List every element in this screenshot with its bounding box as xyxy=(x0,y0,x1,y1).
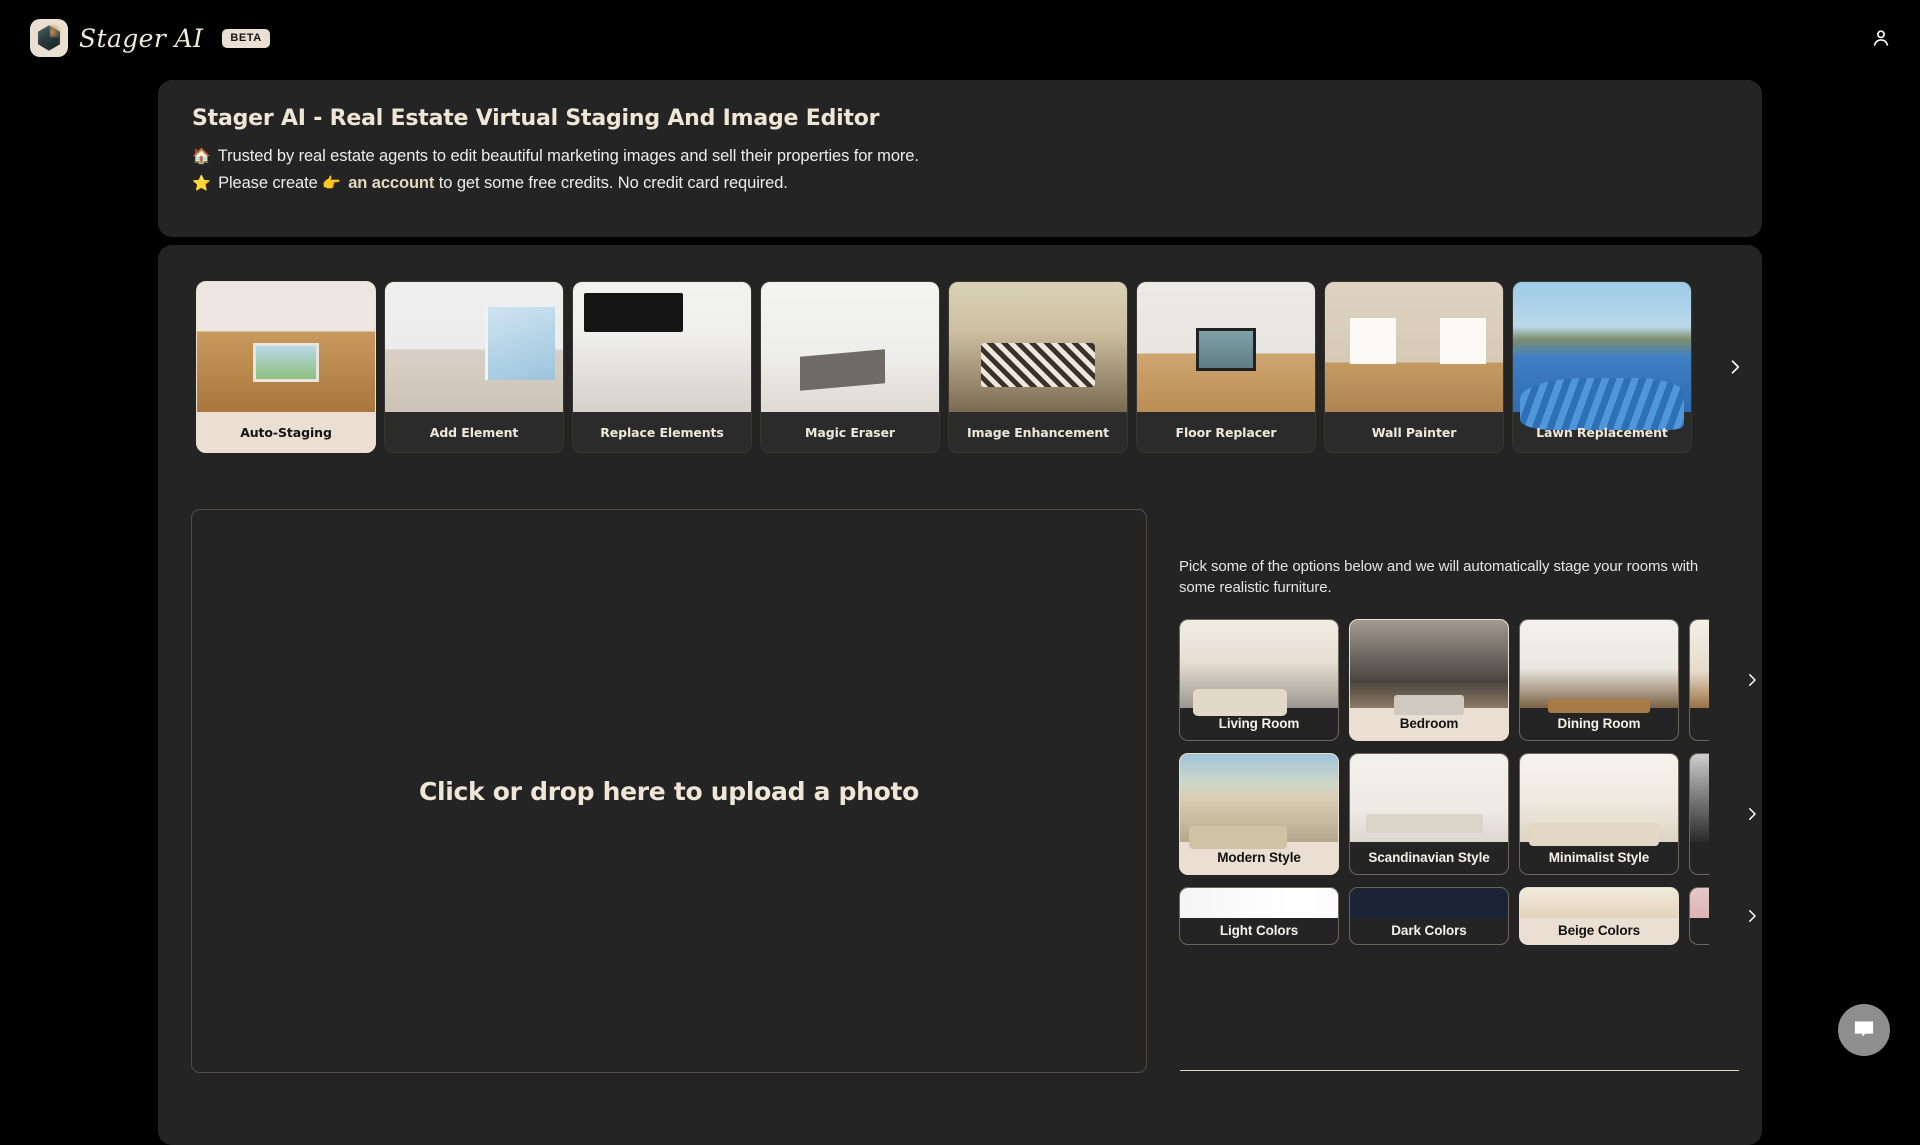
tool-card-label: Image Enhancement xyxy=(949,412,1127,452)
top-bar: Stager AI BETA xyxy=(0,0,1920,76)
create-account-link[interactable]: an account xyxy=(348,174,434,192)
room-type-card[interactable]: Dining Room xyxy=(1519,619,1679,741)
room-type-card-label xyxy=(1690,708,1709,740)
room-type-card[interactable]: Living Room xyxy=(1179,619,1339,741)
color-card-thumbnail xyxy=(1180,888,1338,918)
room-type-card-thumbnail xyxy=(1180,620,1338,708)
room-type-card-thumbnail xyxy=(1690,620,1709,708)
room-type-card[interactable] xyxy=(1689,619,1709,741)
style-card[interactable]: Modern Style xyxy=(1179,753,1339,875)
room-type-card-label: Dining Room xyxy=(1520,708,1678,740)
pointing-finger-emoji-icon: 👉 xyxy=(322,175,341,192)
chat-bubble-icon[interactable] xyxy=(1838,1004,1890,1056)
banner-line-1-text: Trusted by real estate agents to edit be… xyxy=(218,147,919,165)
tool-thumbnail xyxy=(197,282,375,412)
tool-thumbnail xyxy=(761,282,939,412)
room-type-card-thumbnail xyxy=(1520,620,1678,708)
style-card[interactable]: Scandinavian Style xyxy=(1349,753,1509,875)
tool-card-label: Magic Eraser xyxy=(761,412,939,452)
tool-carousel-next-button[interactable] xyxy=(1718,350,1752,384)
tool-card-label: Wall Painter xyxy=(1325,412,1503,452)
tool-card[interactable]: Wall Painter xyxy=(1324,281,1504,453)
style-card-label: Scandinavian Style xyxy=(1350,842,1508,874)
tool-card[interactable]: Add Element xyxy=(384,281,564,453)
page-title: Stager AI - Real Estate Virtual Staging … xyxy=(192,106,1728,131)
upload-dropzone-label: Click or drop here to upload a photo xyxy=(419,777,919,806)
color-card-label: Light Colors xyxy=(1180,918,1338,944)
color-card[interactable]: Dark Colors xyxy=(1349,887,1509,945)
style-card-thumbnail xyxy=(1690,754,1709,842)
brand-name: Stager AI xyxy=(79,24,203,53)
gem-logo-icon xyxy=(30,19,68,57)
room-carousel-next-button[interactable] xyxy=(1737,665,1767,695)
color-card-label xyxy=(1690,918,1709,944)
color-card-thumbnail xyxy=(1690,888,1709,918)
style-card-label: Minimalist Style xyxy=(1520,842,1678,874)
user-icon[interactable] xyxy=(1864,21,1898,55)
tool-thumbnail xyxy=(1513,282,1691,412)
options-hint: Pick some of the options below and we wi… xyxy=(1179,556,1727,599)
style-card-label xyxy=(1690,842,1709,874)
tool-card[interactable]: Replace Elements xyxy=(572,281,752,453)
tool-card-label: Floor Replacer xyxy=(1137,412,1315,452)
color-card[interactable]: Beige Colors xyxy=(1519,887,1679,945)
staging-options-panel: Pick some of the options below and we wi… xyxy=(1179,556,1739,957)
color-carousel: Light Colors Dark Colors Beige Colors xyxy=(1179,887,1739,945)
room-type-card[interactable]: Bedroom xyxy=(1349,619,1509,741)
promo-banner: Stager AI - Real Estate Virtual Staging … xyxy=(158,80,1762,237)
options-divider xyxy=(1180,1070,1739,1071)
house-emoji-icon: 🏠 xyxy=(192,148,211,165)
tool-card[interactable]: Lawn Replacement xyxy=(1512,281,1692,453)
color-carousel-next-button[interactable] xyxy=(1737,901,1767,931)
color-card[interactable] xyxy=(1689,887,1709,945)
star-emoji-icon: ⭐ xyxy=(192,175,211,192)
tool-card[interactable]: Floor Replacer xyxy=(1136,281,1316,453)
room-type-card-label: Bedroom xyxy=(1350,708,1508,740)
color-card-label: Dark Colors xyxy=(1350,918,1508,944)
upload-dropzone[interactable]: Click or drop here to upload a photo xyxy=(191,509,1147,1073)
tool-card[interactable]: Auto-Staging xyxy=(196,281,376,453)
room-type-card-thumbnail xyxy=(1350,620,1508,708)
tool-carousel[interactable]: Auto-StagingAdd ElementReplace ElementsM… xyxy=(196,281,1711,453)
style-card-label: Modern Style xyxy=(1180,842,1338,874)
tool-card[interactable]: Magic Eraser xyxy=(760,281,940,453)
tool-thumbnail xyxy=(1325,282,1503,412)
tool-card-label: Replace Elements xyxy=(573,412,751,452)
tool-card-label: Auto-Staging xyxy=(197,412,375,452)
brand-logo[interactable]: Stager AI BETA xyxy=(30,19,270,57)
beta-badge: BETA xyxy=(222,29,270,48)
tool-thumbnail xyxy=(385,282,563,412)
tool-card[interactable]: Image Enhancement xyxy=(948,281,1128,453)
tool-thumbnail xyxy=(1137,282,1315,412)
tool-card-label: Lawn Replacement xyxy=(1513,412,1691,452)
banner-line-2-suffix: to get some free credits. No credit card… xyxy=(439,174,788,192)
tool-thumbnail xyxy=(573,282,751,412)
tool-thumbnail xyxy=(949,282,1127,412)
style-card-thumbnail xyxy=(1180,754,1338,842)
style-card-thumbnail xyxy=(1520,754,1678,842)
color-card[interactable]: Light Colors xyxy=(1179,887,1339,945)
room-type-carousel: Living Room Bedroom Dining Room xyxy=(1179,619,1739,741)
tool-card-label: Add Element xyxy=(385,412,563,452)
style-card-thumbnail xyxy=(1350,754,1508,842)
banner-line-2: ⭐ Please create 👉 an account to get some… xyxy=(192,170,1728,197)
room-type-card-label: Living Room xyxy=(1180,708,1338,740)
style-carousel-next-button[interactable] xyxy=(1737,799,1767,829)
color-card-label: Beige Colors xyxy=(1520,918,1678,944)
color-card-thumbnail xyxy=(1520,888,1678,918)
banner-line-2-prefix: Please create xyxy=(218,174,318,192)
style-card[interactable] xyxy=(1689,753,1709,875)
style-card[interactable]: Minimalist Style xyxy=(1519,753,1679,875)
color-card-thumbnail xyxy=(1350,888,1508,918)
style-carousel: Modern Style Scandinavian Style Minimalist… xyxy=(1179,753,1739,875)
banner-line-1: 🏠 Trusted by real estate agents to edit … xyxy=(192,143,1728,170)
